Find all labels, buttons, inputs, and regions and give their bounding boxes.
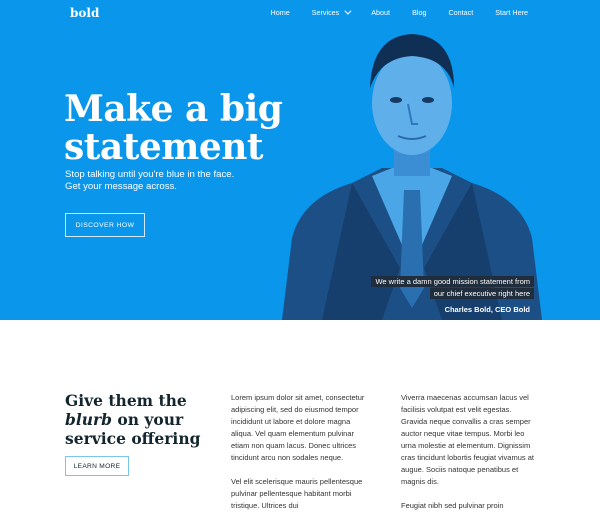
hero-section: bold Home Services About Blog Contact St… xyxy=(0,0,600,320)
service-title-line2-rest: on your xyxy=(112,410,184,429)
learn-more-button[interactable]: LEARN MORE xyxy=(65,456,129,476)
hero-headline-line2: statement xyxy=(64,126,264,168)
paragraph: Viverra maecenas accumsan lacus vel faci… xyxy=(401,393,534,486)
discover-how-button[interactable]: DISCOVER HOW xyxy=(65,213,145,237)
hero-subtitle: Stop talking until you're blue in the fa… xyxy=(65,169,285,193)
nav-item-services[interactable]: Services xyxy=(311,7,352,17)
ceo-quote-line2: our chief executive right here xyxy=(429,288,534,299)
text-column-2: Viverra maecenas accumsan lacus vel faci… xyxy=(401,392,537,524)
nav-menu: Home Services About Blog Contact Start H… xyxy=(249,7,528,17)
paragraph: Feugiat nibh sed pulvinar proin xyxy=(401,501,504,510)
paragraph: Lorem ipsum dolor sit amet, consectetur … xyxy=(231,393,365,462)
hero-headline-line1: Make a big xyxy=(64,88,283,130)
chevron-down-icon xyxy=(344,7,352,15)
hero-subtitle-line2: Get your message across. xyxy=(65,181,177,192)
nav-item-home[interactable]: Home xyxy=(271,8,290,17)
logo[interactable]: bold xyxy=(70,6,99,20)
ceo-credit: Charles Bold, CEO Bold xyxy=(444,305,530,314)
nav-item-services-label: Services xyxy=(311,8,340,17)
hero-headline: Make a big statement xyxy=(64,90,304,166)
service-title-line1: Give them the xyxy=(65,391,187,410)
ceo-quote: We write a damn good mission statement f… xyxy=(371,276,534,300)
text-column-1: Lorem ipsum dolor sit amet, consectetur … xyxy=(231,392,367,524)
service-title-em: blurb xyxy=(65,410,112,429)
paragraph: Vel elit scelerisque mauris pellentesque… xyxy=(231,477,363,510)
service-section: Give them the blurb on your service offe… xyxy=(0,320,600,514)
service-title-line3: service offering xyxy=(65,429,201,448)
service-title: Give them the blurb on your service offe… xyxy=(65,391,205,448)
nav-item-start-here[interactable]: Start Here xyxy=(495,8,528,17)
hero-subtitle-line1: Stop talking until you're blue in the fa… xyxy=(65,169,235,180)
service-title-line2: blurb on your xyxy=(65,410,205,429)
nav-item-about[interactable]: About xyxy=(371,8,390,17)
ceo-quote-line1: We write a damn good mission statement f… xyxy=(371,276,534,287)
nav-item-blog[interactable]: Blog xyxy=(412,8,426,17)
ceo-portrait-image xyxy=(282,34,542,320)
nav-item-contact[interactable]: Contact xyxy=(448,8,473,17)
